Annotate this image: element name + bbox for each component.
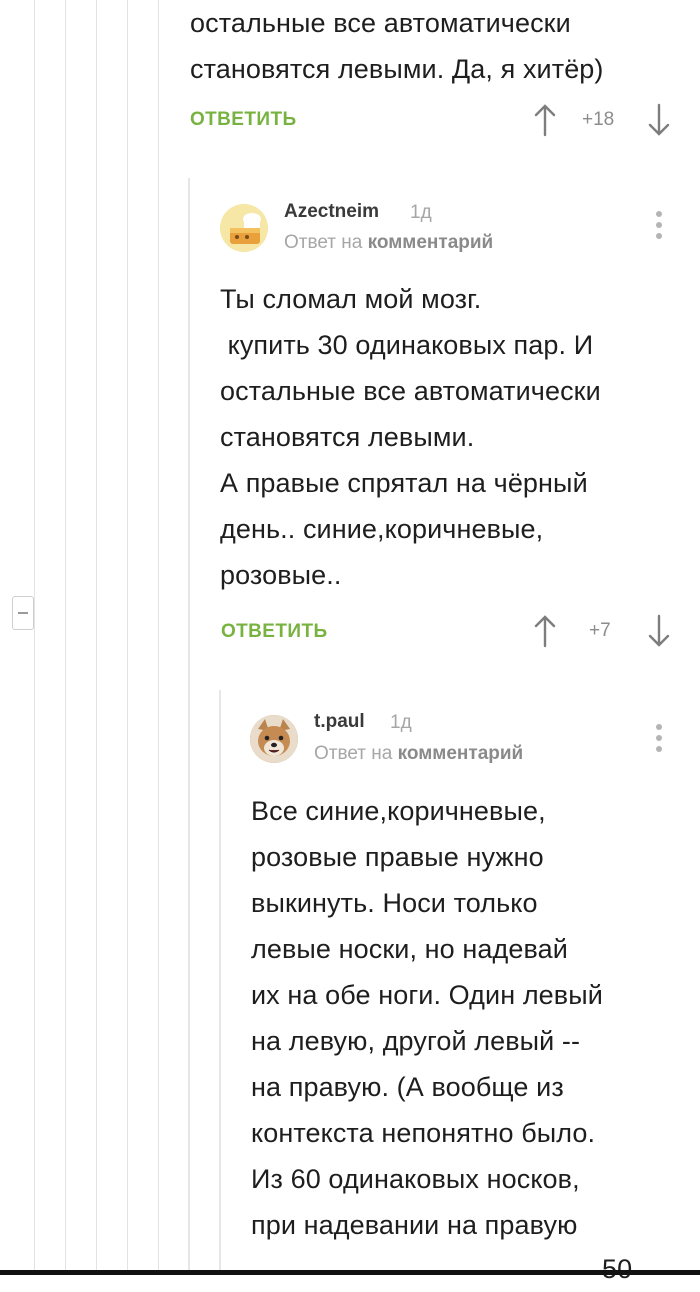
comment-author[interactable]: Azectneim: [284, 201, 379, 223]
comment-line: становятся левыми. Да, я хитёр): [190, 54, 604, 84]
reply-to-target[interactable]: комментарий: [368, 232, 494, 253]
reply-to-link[interactable]: Ответ на комментарий: [314, 743, 523, 765]
screen-bottom-edge: [0, 1270, 700, 1275]
reply-to-prefix: Ответ на: [314, 743, 393, 764]
comment-body: остальные все автоматически становятся л…: [190, 0, 604, 92]
vote-controls: +7: [532, 614, 672, 648]
comment-line: на левую, другой левый --: [251, 1026, 581, 1056]
avatar-dog-icon: [250, 715, 298, 763]
collapse-minus-icon[interactable]: [12, 596, 34, 630]
avatar[interactable]: [250, 715, 298, 763]
avatar[interactable]: [220, 204, 268, 252]
comment-line: на правую. (А вообще из: [251, 1072, 564, 1102]
comment-line: становятся левыми.: [220, 422, 475, 452]
comment-score: +18: [582, 109, 615, 130]
comment-line: Из 60 одинаковых носков,: [251, 1164, 580, 1194]
comment-line: А правые спрятал на чёрный: [220, 468, 588, 498]
comment-line: розовые правые нужно: [251, 842, 544, 872]
comment-line: контекста непонятно было.: [251, 1118, 596, 1148]
reply-to-target[interactable]: комментарий: [398, 743, 524, 764]
comment-line: при надевании на правую: [251, 1210, 578, 1240]
thread-guide-line: [34, 0, 35, 1275]
comment-time: 1д: [410, 202, 432, 223]
thread-guide-line: [127, 0, 128, 1275]
vote-controls: +18: [532, 103, 672, 137]
more-vertical-icon[interactable]: [652, 208, 666, 242]
comment-line: остальные все автоматически: [190, 8, 571, 38]
reply-to-prefix: Ответ на: [284, 232, 363, 253]
comment-line: левые носки, но надевай: [251, 934, 568, 964]
thread-guide-line: [158, 0, 159, 1275]
comment-body: Ты сломал мой мозг. купить 30 одинаковых…: [220, 276, 601, 598]
comment-line: их на обе ноги. Один левый: [251, 980, 603, 1010]
comment-time: 1д: [390, 712, 412, 733]
comment-score: +7: [589, 620, 611, 641]
comment-body: Все синие,коричневые, розовые правые нуж…: [251, 788, 603, 1248]
thread-guide-line: [96, 0, 97, 1275]
cut-off-text: 50: [602, 1254, 633, 1284]
arrow-up-icon[interactable]: [532, 614, 558, 648]
reply-to-link[interactable]: Ответ на комментарий: [284, 232, 493, 254]
reply-button[interactable]: ОТВЕТИТЬ: [190, 109, 297, 131]
more-vertical-icon[interactable]: [652, 721, 666, 755]
thread-branch-line: [188, 178, 190, 1275]
arrow-down-icon[interactable]: [646, 103, 672, 137]
comment-line: розовые..: [220, 560, 342, 590]
comment-line: выкинуть. Носи только: [251, 888, 538, 918]
thread-branch-line: [219, 690, 221, 1275]
comment-line: Все синие,коричневые,: [251, 796, 546, 826]
comment-line: купить 30 одинаковых пар. И: [220, 330, 594, 360]
comment-line: остальные все автоматически: [220, 376, 601, 406]
arrow-down-icon[interactable]: [646, 614, 672, 648]
comment-line: Ты сломал мой мозг.: [220, 284, 482, 314]
arrow-up-icon[interactable]: [532, 103, 558, 137]
reply-button[interactable]: ОТВЕТИТЬ: [221, 621, 328, 643]
comment-author[interactable]: t.paul: [314, 711, 365, 733]
avatar-cake-icon: [220, 204, 268, 252]
comment-line: день.. синие,коричневые,: [220, 514, 544, 544]
thread-guide-line: [65, 0, 66, 1275]
